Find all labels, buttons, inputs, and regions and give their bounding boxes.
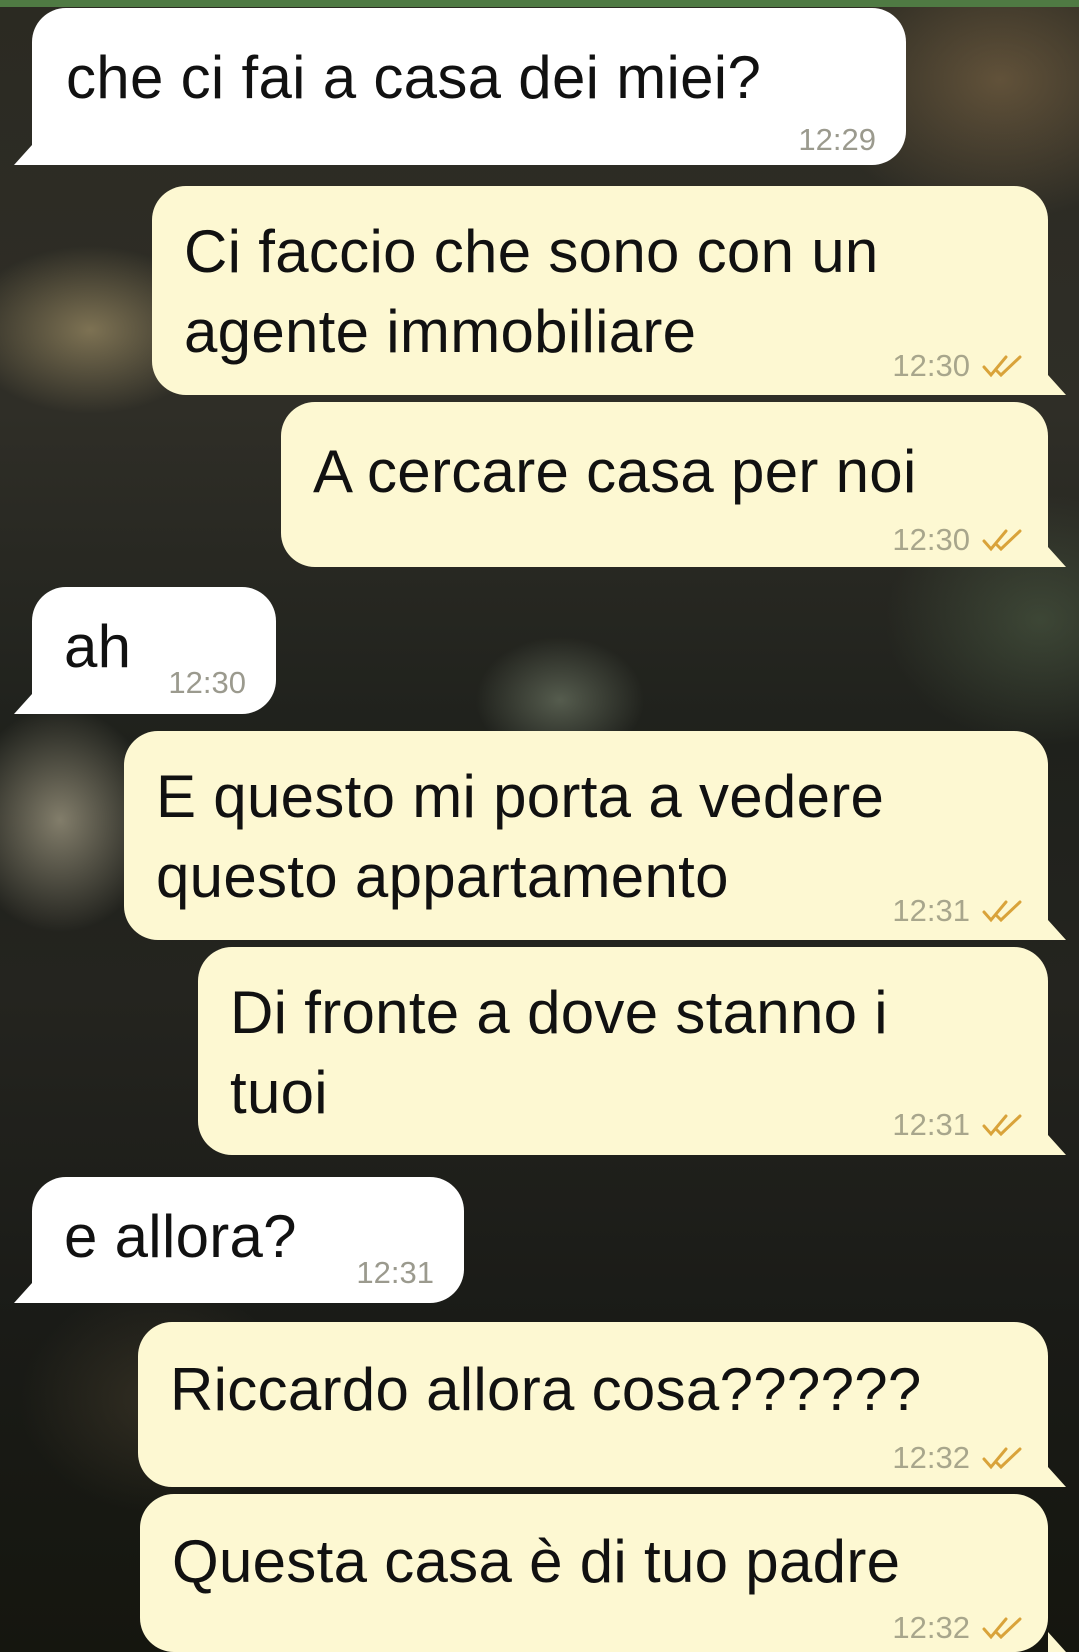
message-bubble-outgoing[interactable]: Riccardo allora cosa?????? 12:32 [138, 1322, 1066, 1487]
message-time: 12:29 [798, 122, 876, 157]
message-meta: 12:30 [168, 665, 246, 701]
message-meta: 12:32 [892, 1610, 1026, 1646]
message-text-line: E questo mi porta a vedere [156, 763, 885, 830]
message-text: e allora? [64, 1203, 297, 1270]
read-ticks-icon [982, 1617, 1022, 1640]
message-time: 12:31 [356, 1255, 434, 1290]
message-time: 12:30 [892, 348, 970, 383]
message-text: che ci fai a casa dei miei? [66, 44, 762, 111]
message-meta: 12:31 [892, 1107, 1026, 1143]
message-bubble-incoming[interactable]: e allora? 12:31 [14, 1177, 464, 1303]
message-time: 12:30 [168, 665, 246, 700]
message-text-line: questo appartamento [156, 843, 729, 910]
message-time: 12:32 [892, 1440, 970, 1475]
read-ticks-icon [982, 1114, 1022, 1137]
message-time: 12:31 [892, 893, 970, 928]
message-text: ah [64, 613, 132, 680]
message-text: Ci faccio che sono con un agente immobil… [184, 212, 879, 372]
message-time: 12:31 [892, 1107, 970, 1142]
message-text-line: tuoi [230, 1059, 328, 1126]
message-bubble-outgoing[interactable]: Questa casa è di tuo padre 12:32 [140, 1494, 1066, 1652]
message-bubble-outgoing[interactable]: Ci faccio che sono con un agente immobil… [152, 186, 1066, 395]
read-ticks-icon [982, 529, 1022, 552]
message-text: Di fronte a dove stanno i tuoi [230, 973, 888, 1133]
message-bubble-outgoing[interactable]: A cercare casa per noi 12:30 [281, 402, 1066, 567]
message-text: E questo mi porta a vedere questo appart… [156, 757, 884, 917]
message-time: 12:30 [892, 522, 970, 557]
message-meta: 12:31 [356, 1255, 434, 1291]
status-bar-strip [0, 0, 1079, 7]
message-meta: 12:30 [892, 348, 1026, 384]
message-text-line: Ci faccio che sono con un [184, 218, 879, 285]
message-bubble-incoming[interactable]: ah 12:30 [14, 587, 276, 714]
message-bubble-outgoing[interactable]: Di fronte a dove stanno i tuoi 12:31 [198, 947, 1066, 1155]
read-ticks-icon [982, 1447, 1022, 1470]
message-text-line: Di fronte a dove stanno i [230, 979, 888, 1046]
message-meta: 12:29 [798, 122, 876, 158]
message-text: A cercare casa per noi [313, 438, 917, 505]
message-text: Riccardo allora cosa?????? [170, 1356, 922, 1423]
message-text-line: agente immobiliare [184, 298, 697, 365]
read-ticks-icon [982, 900, 1022, 923]
message-time: 12:32 [892, 1610, 970, 1645]
message-bubble-incoming[interactable]: che ci fai a casa dei miei? 12:29 [14, 8, 906, 165]
message-meta: 12:32 [892, 1440, 1026, 1476]
message-bubble-outgoing[interactable]: E questo mi porta a vedere questo appart… [124, 731, 1066, 940]
message-text: Questa casa è di tuo padre [172, 1528, 901, 1595]
message-meta: 12:31 [892, 893, 1026, 929]
message-meta: 12:30 [892, 522, 1026, 558]
read-ticks-icon [982, 355, 1022, 378]
